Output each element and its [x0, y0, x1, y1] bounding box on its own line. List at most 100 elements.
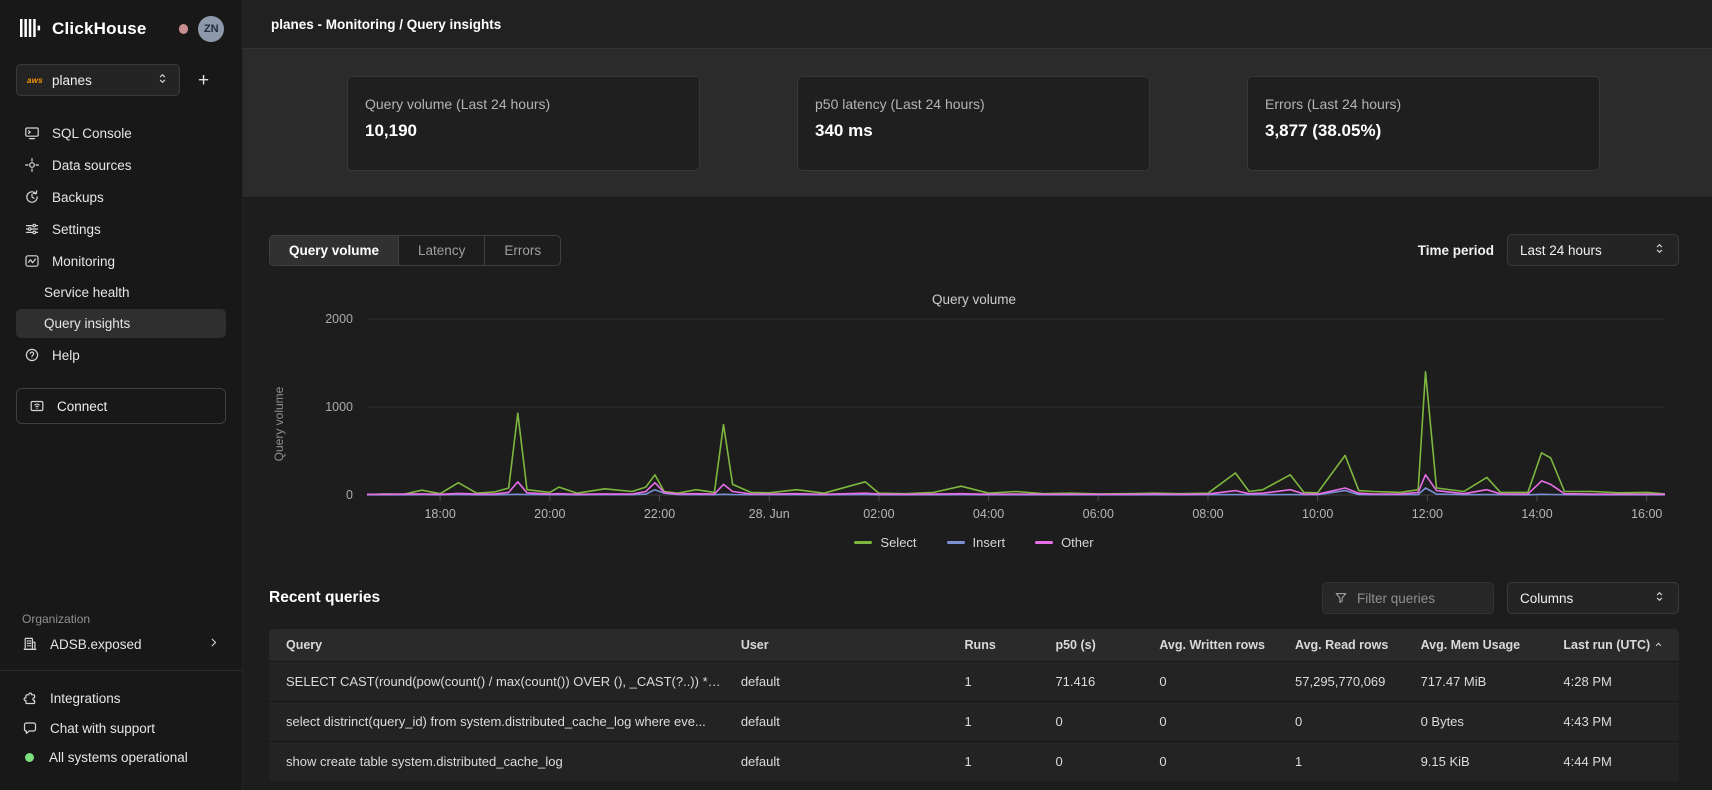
chevron-updown-icon	[1653, 241, 1666, 259]
add-service-button[interactable]: +	[198, 71, 209, 90]
stat-label: Errors (Last 24 hours)	[1265, 96, 1582, 112]
table-row[interactable]: SELECT CAST(round(pow(count() / max(coun…	[269, 662, 1679, 702]
avatar[interactable]: ZN	[198, 16, 224, 42]
columns-select[interactable]: Columns	[1507, 582, 1679, 614]
sidebar-item-query-insights[interactable]: Query insights	[16, 309, 226, 338]
x-tick-label: 06:00	[1083, 507, 1114, 521]
chart-plot[interactable]	[367, 319, 1665, 495]
x-tick-label: 22:00	[644, 507, 675, 521]
sidebar-item-settings[interactable]: Settings	[16, 214, 226, 244]
cell-query: SELECT CAST(round(pow(count() / max(coun…	[269, 662, 731, 702]
main: planes - Monitoring / Query insights Que…	[243, 0, 1712, 790]
sidebar-item-label: SQL Console	[52, 126, 132, 141]
column-header-last-run-utc[interactable]: Last run (UTC)	[1553, 629, 1679, 662]
sidebar-item-help[interactable]: Help	[16, 340, 226, 370]
chart-legend: Select Insert Other	[269, 535, 1679, 550]
chart-area: Query volume 010002000 18:0020:0022:0028…	[367, 319, 1665, 529]
tab-query-volume[interactable]: Query volume	[270, 236, 398, 265]
notification-dot	[179, 24, 189, 34]
cell-avg-mem-usage: 0 Bytes	[1411, 702, 1554, 742]
legend-item-other[interactable]: Other	[1035, 535, 1094, 550]
cell-last-run-utc: 4:43 PM	[1553, 702, 1679, 742]
column-header-avg-read-rows[interactable]: Avg. Read rows	[1285, 629, 1411, 662]
chevron-updown-icon	[156, 71, 169, 89]
aws-icon: aws	[27, 76, 43, 85]
x-tick-label: 10:00	[1302, 507, 1333, 521]
chevron-updown-icon	[1653, 589, 1666, 607]
column-header-p50-s[interactable]: p50 (s)	[1045, 629, 1149, 662]
cell-query: show create table system.distributed_cac…	[269, 742, 731, 782]
footer-item-label: Integrations	[50, 691, 121, 706]
cell-last-run-utc: 4:44 PM	[1553, 742, 1679, 782]
sidebar-item-label: Help	[52, 348, 80, 363]
stat-value: 10,190	[365, 121, 682, 141]
x-tick-label: 16:00	[1631, 507, 1662, 521]
cell-avg-mem-usage: 717.47 MiB	[1411, 662, 1554, 702]
column-header-avg-written-rows[interactable]: Avg. Written rows	[1149, 629, 1285, 662]
legend-label: Insert	[973, 535, 1006, 550]
legend-item-select[interactable]: Select	[854, 535, 916, 550]
column-header-avg-mem-usage[interactable]: Avg. Mem Usage	[1411, 629, 1554, 662]
time-period-select[interactable]: Last 24 hours	[1507, 234, 1679, 266]
series-line-select	[367, 372, 1665, 495]
sidebar-item-backups[interactable]: Backups	[16, 182, 226, 212]
cell-avg-written-rows: 0	[1149, 662, 1285, 702]
chart-x-ticks: 18:0020:0022:0028. Jun02:0004:0006:0008:…	[367, 503, 1665, 529]
sidebar-item-label: Settings	[52, 222, 101, 237]
help-icon	[24, 347, 40, 363]
organization-name: ADSB.exposed	[50, 637, 142, 652]
sidebar-item-monitoring[interactable]: Monitoring	[16, 246, 226, 276]
stat-card-p50-latency: p50 latency (Last 24 hours) 340 ms	[797, 76, 1150, 171]
backups-icon	[24, 189, 40, 205]
column-header-query[interactable]: Query	[269, 629, 731, 662]
content: Query volumeLatencyErrors Time period La…	[243, 198, 1712, 790]
service-selector[interactable]: aws planes	[16, 64, 180, 96]
recent-queries-title: Recent queries	[269, 589, 380, 607]
monitoring-icon	[24, 253, 40, 269]
footer-item-label: Chat with support	[50, 721, 155, 736]
data-sources-icon	[24, 157, 40, 173]
sidebar-item-service-health[interactable]: Service health	[16, 278, 226, 307]
table-row[interactable]: select distrinct(query_id) from system.d…	[269, 702, 1679, 742]
connect-icon	[29, 398, 45, 414]
y-tick-label: 1000	[325, 400, 353, 414]
service-name: planes	[52, 73, 147, 88]
stat-value: 340 ms	[815, 121, 1132, 141]
table-row[interactable]: show create table system.distributed_cac…	[269, 742, 1679, 782]
columns-select-value: Columns	[1520, 591, 1653, 606]
page-breadcrumb: planes - Monitoring / Query insights	[271, 17, 501, 32]
sidebar-item-label: Monitoring	[52, 254, 115, 269]
stat-label: p50 latency (Last 24 hours)	[815, 96, 1132, 112]
cell-avg-mem-usage: 9.15 KiB	[1411, 742, 1554, 782]
connect-button[interactable]: Connect	[16, 388, 226, 424]
filter-queries-input[interactable]	[1357, 591, 1482, 606]
sidebar-footer: Integrations Chat with support All systems…	[16, 683, 226, 772]
topbar: planes - Monitoring / Query insights	[243, 0, 1712, 48]
settings-icon	[24, 221, 40, 237]
column-header-runs[interactable]: Runs	[955, 629, 1046, 662]
cell-avg-written-rows: 0	[1149, 742, 1285, 782]
cell-avg-written-rows: 0	[1149, 702, 1285, 742]
sidebar: ClickHouse ZN aws planes + SQL Console Da…	[0, 0, 243, 790]
stat-card-query-volume: Query volume (Last 24 hours) 10,190	[347, 76, 700, 171]
sidebar-item-sql-console[interactable]: SQL Console	[16, 118, 226, 148]
column-header-user[interactable]: User	[731, 629, 955, 662]
sidebar-footer-chat-with-support[interactable]: Chat with support	[16, 713, 226, 743]
tab-errors[interactable]: Errors	[484, 236, 560, 265]
y-tick-label: 0	[346, 488, 353, 502]
legend-swatch	[947, 541, 965, 544]
sidebar-nav: SQL Console Data sourcesBackups Settings Mo…	[16, 118, 226, 370]
brand-name: ClickHouse	[52, 19, 147, 39]
x-tick-label: 02:00	[863, 507, 894, 521]
sidebar-footer-integrations[interactable]: Integrations	[16, 683, 226, 713]
tab-latency[interactable]: Latency	[398, 236, 484, 265]
sidebar-item-data-sources[interactable]: Data sources	[16, 150, 226, 180]
organization-item[interactable]: ADSB.exposed	[16, 626, 226, 662]
organization-icon	[22, 636, 38, 652]
legend-item-insert[interactable]: Insert	[947, 535, 1006, 550]
funnel-icon	[1334, 591, 1348, 605]
x-tick-label: 18:00	[424, 507, 455, 521]
legend-label: Select	[880, 535, 916, 550]
sidebar-footer-all-systems-operational[interactable]: All systems operational	[16, 743, 226, 772]
cell-p50-s: 0	[1045, 742, 1149, 782]
